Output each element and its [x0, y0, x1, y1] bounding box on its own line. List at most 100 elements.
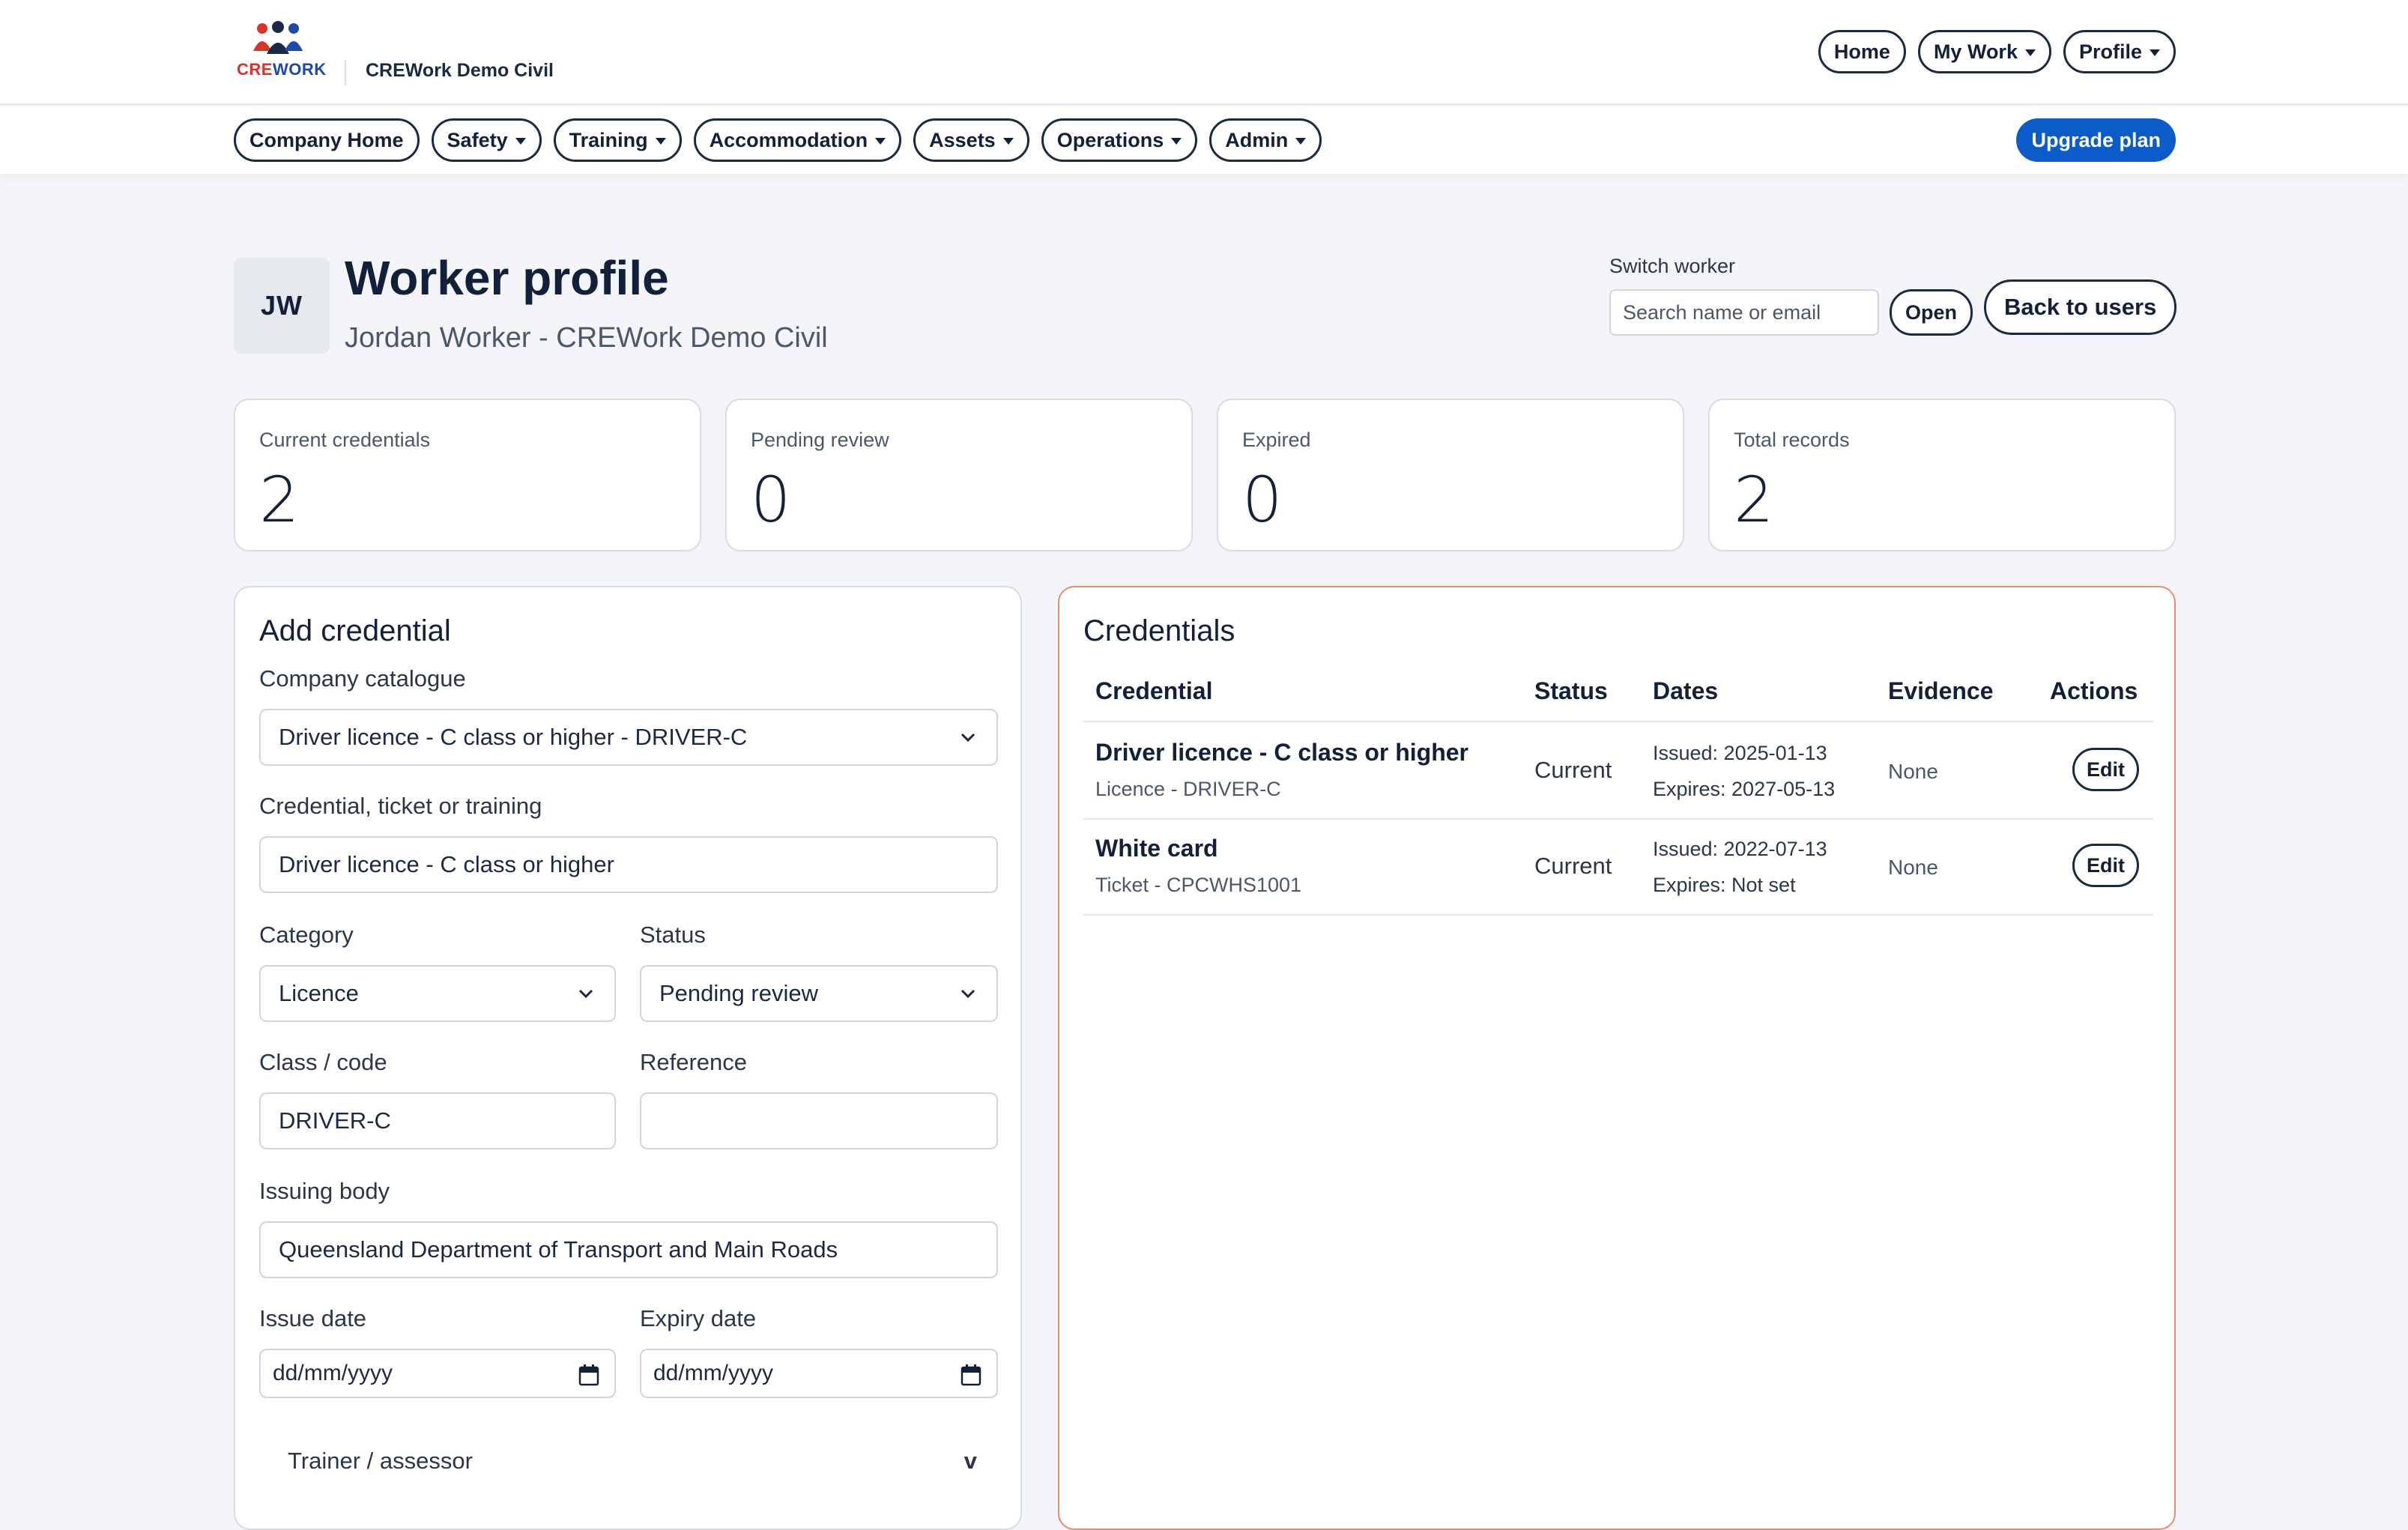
upgrade-plan-button[interactable]: Upgrade plan: [2016, 118, 2176, 162]
input-value: dd/mm/yyyy: [273, 1361, 393, 1385]
credential-status: Current: [1534, 853, 1612, 879]
caret-down-icon: [515, 137, 526, 145]
col-evidence: Evidence: [1888, 677, 1994, 704]
calendar-icon[interactable]: [961, 1364, 981, 1386]
edit-label: Edit: [2087, 758, 2125, 781]
edit-credential-button[interactable]: Edit: [2072, 748, 2139, 791]
top-nav: Home My Work Profile: [1818, 30, 2176, 73]
credential-name: Driver licence - C class or higher: [1095, 739, 1468, 766]
evidence-value: None: [1888, 760, 1938, 783]
issuing-body-label: Issuing body: [259, 1178, 390, 1204]
nav-operations[interactable]: Operations: [1041, 118, 1198, 162]
nav-label: Safety: [447, 128, 508, 151]
issue-date-label: Issue date: [259, 1305, 367, 1331]
my-work-label: My Work: [1933, 40, 2018, 63]
add-credential-panel: Add credential Company catalogue Driver …: [234, 586, 1022, 1530]
issuing-body-input[interactable]: Queensland Department of Transport and M…: [259, 1221, 998, 1278]
reference-input[interactable]: [640, 1092, 998, 1149]
switch-worker-label: Switch worker: [1609, 255, 1736, 277]
back-label: Back to users: [2004, 294, 2157, 320]
profile-menu[interactable]: Profile: [2063, 30, 2176, 73]
top-bar: CREWORK CREWork Demo Civil Home My Work …: [0, 0, 2408, 105]
category-select[interactable]: Licence: [259, 965, 616, 1022]
home-button[interactable]: Home: [1818, 30, 1906, 73]
avatar: JW: [234, 258, 330, 354]
expiry-date-input[interactable]: dd/mm/yyyy: [640, 1349, 998, 1398]
stat-value: 0: [751, 463, 791, 536]
chevron-down-icon: [961, 989, 975, 999]
company-catalogue-label: Company catalogue: [259, 665, 466, 692]
nav-admin[interactable]: Admin: [1209, 118, 1322, 162]
col-credential: Credential: [1095, 677, 1213, 704]
issued-date: Issued: 2025-01-13: [1653, 742, 1827, 764]
select-value: Pending review: [659, 980, 818, 1006]
nav-assets[interactable]: Assets: [913, 118, 1029, 162]
stat-value: 2: [1734, 463, 1774, 536]
trainer-assessor-toggle[interactable]: Trainer / assessor v: [288, 1448, 977, 1475]
nav-label: Assets: [929, 128, 996, 151]
page-title: Worker profile: [345, 251, 669, 305]
credential-meta: Ticket - CPCWHS1001: [1095, 874, 1302, 896]
nav-company-home[interactable]: Company Home: [234, 118, 420, 162]
nav-label: Operations: [1056, 128, 1164, 151]
select-value: Driver licence - C class or higher - DRI…: [279, 724, 748, 750]
nav-label: Training: [569, 128, 648, 151]
company-catalogue-select[interactable]: Driver licence - C class or higher - DRI…: [259, 709, 998, 766]
logo-work-text: WORK: [272, 60, 327, 79]
switch-worker-search-input[interactable]: [1609, 289, 1879, 336]
credentials-title: Credentials: [1083, 614, 1235, 647]
chevron-down-icon: [961, 733, 975, 743]
col-dates: Dates: [1653, 677, 1719, 704]
back-to-users-button[interactable]: Back to users: [1984, 279, 2177, 335]
expiry-date: Expires: Not set: [1653, 874, 1796, 896]
issue-date-input[interactable]: dd/mm/yyyy: [259, 1349, 616, 1398]
class-code-input[interactable]: DRIVER-C: [259, 1092, 616, 1149]
nav-label: Accommodation: [709, 128, 868, 151]
status-label: Status: [640, 922, 706, 948]
status-select[interactable]: Pending review: [640, 965, 998, 1022]
stat-value: 2: [259, 463, 300, 536]
home-label: Home: [1833, 40, 1890, 63]
caret-down-icon: [2024, 49, 2036, 56]
stat-expired: Expired 0: [1217, 399, 1684, 551]
my-work-menu[interactable]: My Work: [1917, 30, 2051, 73]
credential-name: White card: [1095, 835, 1218, 862]
caret-down-icon: [1171, 137, 1182, 145]
caret-down-icon: [655, 137, 666, 145]
col-status: Status: [1534, 677, 1608, 704]
nav-training[interactable]: Training: [553, 118, 682, 162]
stat-current-credentials: Current credentials 2: [234, 399, 701, 551]
edit-credential-button[interactable]: Edit: [2072, 844, 2139, 887]
sub-nav: Company Home Safety Training Accommodati…: [0, 106, 2408, 174]
add-credential-title: Add credential: [259, 614, 451, 647]
logo-crew-text: CRE: [237, 60, 273, 79]
calendar-icon[interactable]: [578, 1364, 599, 1386]
expiry-date: Expires: 2027-05-13: [1653, 778, 1836, 800]
select-value: Licence: [279, 980, 359, 1006]
stat-label: Total records: [1734, 429, 1850, 451]
trainer-assessor-label: Trainer / assessor: [288, 1448, 473, 1474]
credential-status: Current: [1534, 757, 1612, 783]
input-value: Driver licence - C class or higher: [279, 851, 614, 877]
module-nav: Company Home Safety Training Accommodati…: [234, 118, 1322, 162]
expand-icon: v: [963, 1448, 977, 1474]
col-actions: Actions: [2050, 677, 2138, 704]
caret-down-icon: [1295, 137, 1307, 145]
class-code-label: Class / code: [259, 1049, 387, 1075]
nav-safety[interactable]: Safety: [431, 118, 542, 162]
input-value: dd/mm/yyyy: [653, 1361, 774, 1385]
stat-value: 0: [1242, 463, 1283, 536]
caret-down-icon: [2150, 49, 2160, 56]
edit-label: Edit: [2087, 853, 2125, 877]
crework-logo[interactable]: CREWORK: [237, 21, 326, 81]
nav-accommodation[interactable]: Accommodation: [693, 118, 902, 162]
chevron-down-icon: [578, 989, 593, 999]
stat-pending-review: Pending review 0: [725, 399, 1193, 551]
stat-label: Expired: [1242, 429, 1311, 451]
credential-name-input[interactable]: Driver licence - C class or higher: [259, 836, 998, 893]
open-worker-button[interactable]: Open: [1890, 289, 1973, 336]
input-value: Queensland Department of Transport and M…: [279, 1236, 838, 1263]
header-divider: [1083, 721, 2153, 722]
team-icon: [253, 21, 303, 54]
company-name: CREWork Demo Civil: [366, 60, 554, 81]
